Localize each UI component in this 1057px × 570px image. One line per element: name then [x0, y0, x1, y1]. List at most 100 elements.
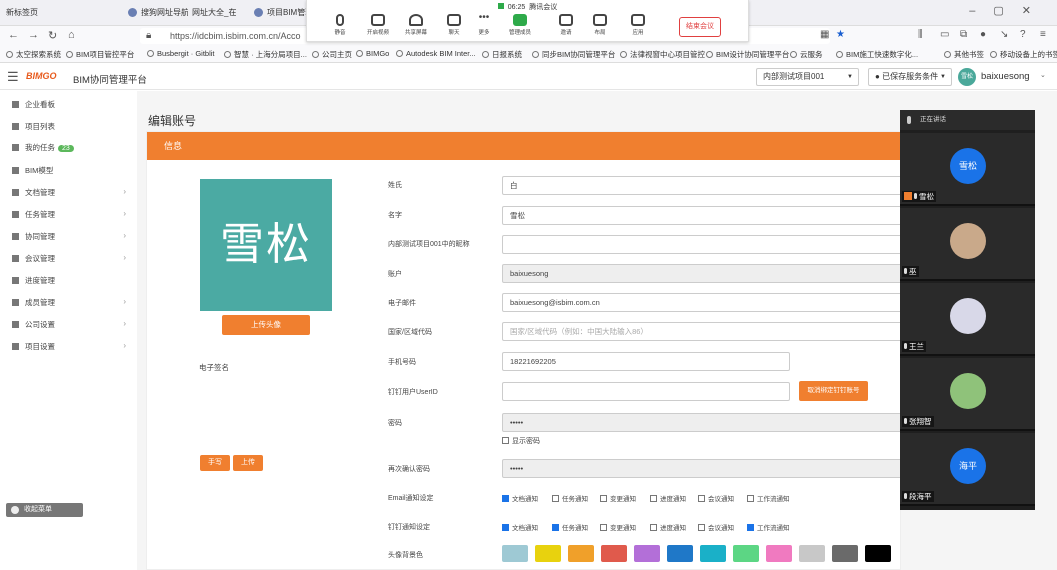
participant-tile[interactable]: 海平 段海平: [900, 433, 1035, 506]
apps-button[interactable]: 应用: [621, 14, 655, 36]
alias-field[interactable]: [502, 235, 922, 254]
sidebar-icon[interactable]: ▭: [940, 29, 949, 40]
email-notify-option-1[interactable]: 任务通知: [552, 493, 588, 503]
dingtalk-notify-option-2[interactable]: 变更通知: [600, 522, 636, 532]
surname-field[interactable]: 白: [502, 176, 922, 195]
bookmark-folder[interactable]: 移动设备上的书签: [990, 49, 1057, 60]
tab-sites[interactable]: 网址大全_在: [192, 4, 252, 22]
participant-tile[interactable]: 王兰: [900, 283, 1035, 356]
color-swatch[interactable]: [766, 545, 792, 562]
upload-avatar-button[interactable]: 上传头像: [222, 315, 310, 335]
video-button[interactable]: 开启视频: [361, 14, 395, 36]
color-swatch[interactable]: [502, 545, 528, 562]
color-swatch[interactable]: [535, 545, 561, 562]
layout-button[interactable]: 布局: [583, 14, 617, 36]
show-password-checkbox[interactable]: 显示密码: [502, 436, 540, 446]
sidebar-item-company-settings[interactable]: 公司设置 ›: [12, 319, 130, 333]
bookmark[interactable]: 云服务: [790, 49, 823, 60]
color-swatch[interactable]: [634, 545, 660, 562]
chat-icon[interactable]: ●: [980, 29, 986, 40]
participant-tile[interactable]: 雪松 雪松: [900, 133, 1035, 206]
bookmark[interactable]: Busbergit · Gitblit: [147, 49, 215, 58]
upload-signature-button[interactable]: 上传: [233, 455, 263, 471]
color-swatch[interactable]: [667, 545, 693, 562]
mute-button[interactable]: 静音: [323, 14, 357, 36]
window-controls[interactable]: –▢✕: [969, 4, 1049, 17]
chat-button[interactable]: 聊天: [437, 14, 471, 36]
bookmark[interactable]: 日报系统: [482, 49, 522, 60]
dingtalk-notify-option-1[interactable]: 任务通知: [552, 522, 588, 532]
end-meeting-button[interactable]: 结束会议: [679, 17, 721, 37]
collapse-sidebar-button[interactable]: 收起菜单: [6, 503, 83, 517]
bookmark[interactable]: Autodesk BIM Inter...: [396, 49, 476, 58]
sidebar-item-bim-model[interactable]: BIM模型: [12, 165, 130, 179]
menu-icon[interactable]: ≡: [1040, 29, 1046, 40]
color-swatch[interactable]: [700, 545, 726, 562]
dingtalk-notify-option-0[interactable]: 文档通知: [502, 522, 538, 532]
bookmark[interactable]: BIM设计协同管理平台: [706, 49, 789, 60]
sidebar-item-dashboard[interactable]: 企业看板: [12, 99, 130, 113]
unbind-dingtalk-button[interactable]: 取消绑定钉钉账号: [799, 381, 868, 401]
tab-bim[interactable]: 项目BIM管理: [254, 4, 308, 22]
name-field[interactable]: 雪松: [502, 206, 922, 225]
sidebar-item-projects[interactable]: 项目列表: [12, 121, 130, 135]
email-field[interactable]: baixuesong@isbim.com.cn: [502, 293, 922, 312]
participant-tile[interactable]: 张翔智: [900, 358, 1035, 431]
phone-field[interactable]: 18221692205: [502, 352, 790, 371]
project-select[interactable]: 内部测试项目001 ▼: [756, 68, 859, 86]
screenshot-icon[interactable]: ⧉: [960, 29, 967, 40]
back-icon[interactable]: ←: [8, 29, 19, 41]
avatar[interactable]: 雪松: [958, 68, 976, 86]
bookmark[interactable]: 太空探索系统: [6, 49, 61, 60]
bookmark[interactable]: 同步BIM协同管理平台: [532, 49, 615, 60]
hamburger-icon[interactable]: ☰: [7, 69, 19, 85]
dingtalk-notify-option-4[interactable]: 会议通知: [698, 522, 734, 532]
dingtalk-notify-option-5[interactable]: 工作流通知: [747, 522, 790, 532]
password-field[interactable]: •••••: [502, 413, 922, 432]
qr-icon[interactable]: ▦: [820, 29, 829, 40]
color-swatch[interactable]: [832, 545, 858, 562]
sidebar-item-members[interactable]: 成员管理 ›: [12, 297, 130, 311]
email-notify-option-2[interactable]: 变更通知: [600, 493, 636, 503]
color-swatch[interactable]: [799, 545, 825, 562]
home-icon[interactable]: ⌂: [68, 29, 75, 41]
sidebar-item-collaboration[interactable]: 协同管理 ›: [12, 231, 130, 245]
email-notify-option-5[interactable]: 工作流通知: [747, 493, 790, 503]
forward-icon[interactable]: →: [28, 29, 39, 41]
email-notify-option-0[interactable]: 文档通知: [502, 493, 538, 503]
reload-icon[interactable]: ↻: [48, 29, 57, 42]
sidebar-item-meetings[interactable]: 会议管理 ›: [12, 253, 130, 267]
color-swatch[interactable]: [568, 545, 594, 562]
email-notify-option-4[interactable]: 会议通知: [698, 493, 734, 503]
username[interactable]: baixuesong: [981, 71, 1030, 82]
region-field[interactable]: 国家/区域代码（例如：中国大陆输入86）: [502, 322, 922, 341]
sidebar-item-tasks[interactable]: 任务管理 ›: [12, 209, 130, 223]
bookmark[interactable]: 智慧 · 上海分局项目...: [224, 49, 307, 60]
dingtalk-notify-option-3[interactable]: 进度通知: [650, 522, 686, 532]
participant-tile[interactable]: 巫: [900, 208, 1035, 281]
color-swatch[interactable]: [865, 545, 891, 562]
tab-sogou[interactable]: 搜狗网址导航: [128, 4, 188, 22]
handwrite-signature-button[interactable]: 手写: [200, 455, 230, 471]
color-swatch[interactable]: [733, 545, 759, 562]
bookmark-folder[interactable]: 其他书签: [944, 49, 984, 60]
bookmark[interactable]: BIM施工快速数字化...: [836, 49, 918, 60]
bookmark[interactable]: BIMGo: [356, 49, 389, 58]
bookmark[interactable]: 法律视窗中心项目管控: [620, 49, 705, 60]
share-screen-button[interactable]: 共享屏幕: [399, 14, 433, 36]
sidebar-item-my-tasks[interactable]: 我的任务 23: [12, 142, 130, 156]
bookmark[interactable]: 公司主页: [312, 49, 352, 60]
bookmark[interactable]: BIM项目管控平台: [66, 49, 134, 60]
star-icon[interactable]: ★: [836, 29, 845, 40]
invite-button[interactable]: 邀请: [549, 14, 583, 36]
more-button[interactable]: ••• 更多: [467, 13, 501, 37]
members-button[interactable]: 管理成员: [503, 14, 537, 36]
extension-icon[interactable]: ↘: [1000, 29, 1008, 40]
sidebar-item-project-settings[interactable]: 项目设置 ›: [12, 341, 130, 355]
help-icon[interactable]: ?: [1020, 29, 1026, 40]
sidebar-item-progress[interactable]: 进度管理: [12, 275, 130, 289]
library-icon[interactable]: ⫼: [918, 29, 923, 40]
email-notify-option-3[interactable]: 进度通知: [650, 493, 686, 503]
confirm-password-field[interactable]: •••••: [502, 459, 922, 478]
color-swatch[interactable]: [601, 545, 627, 562]
